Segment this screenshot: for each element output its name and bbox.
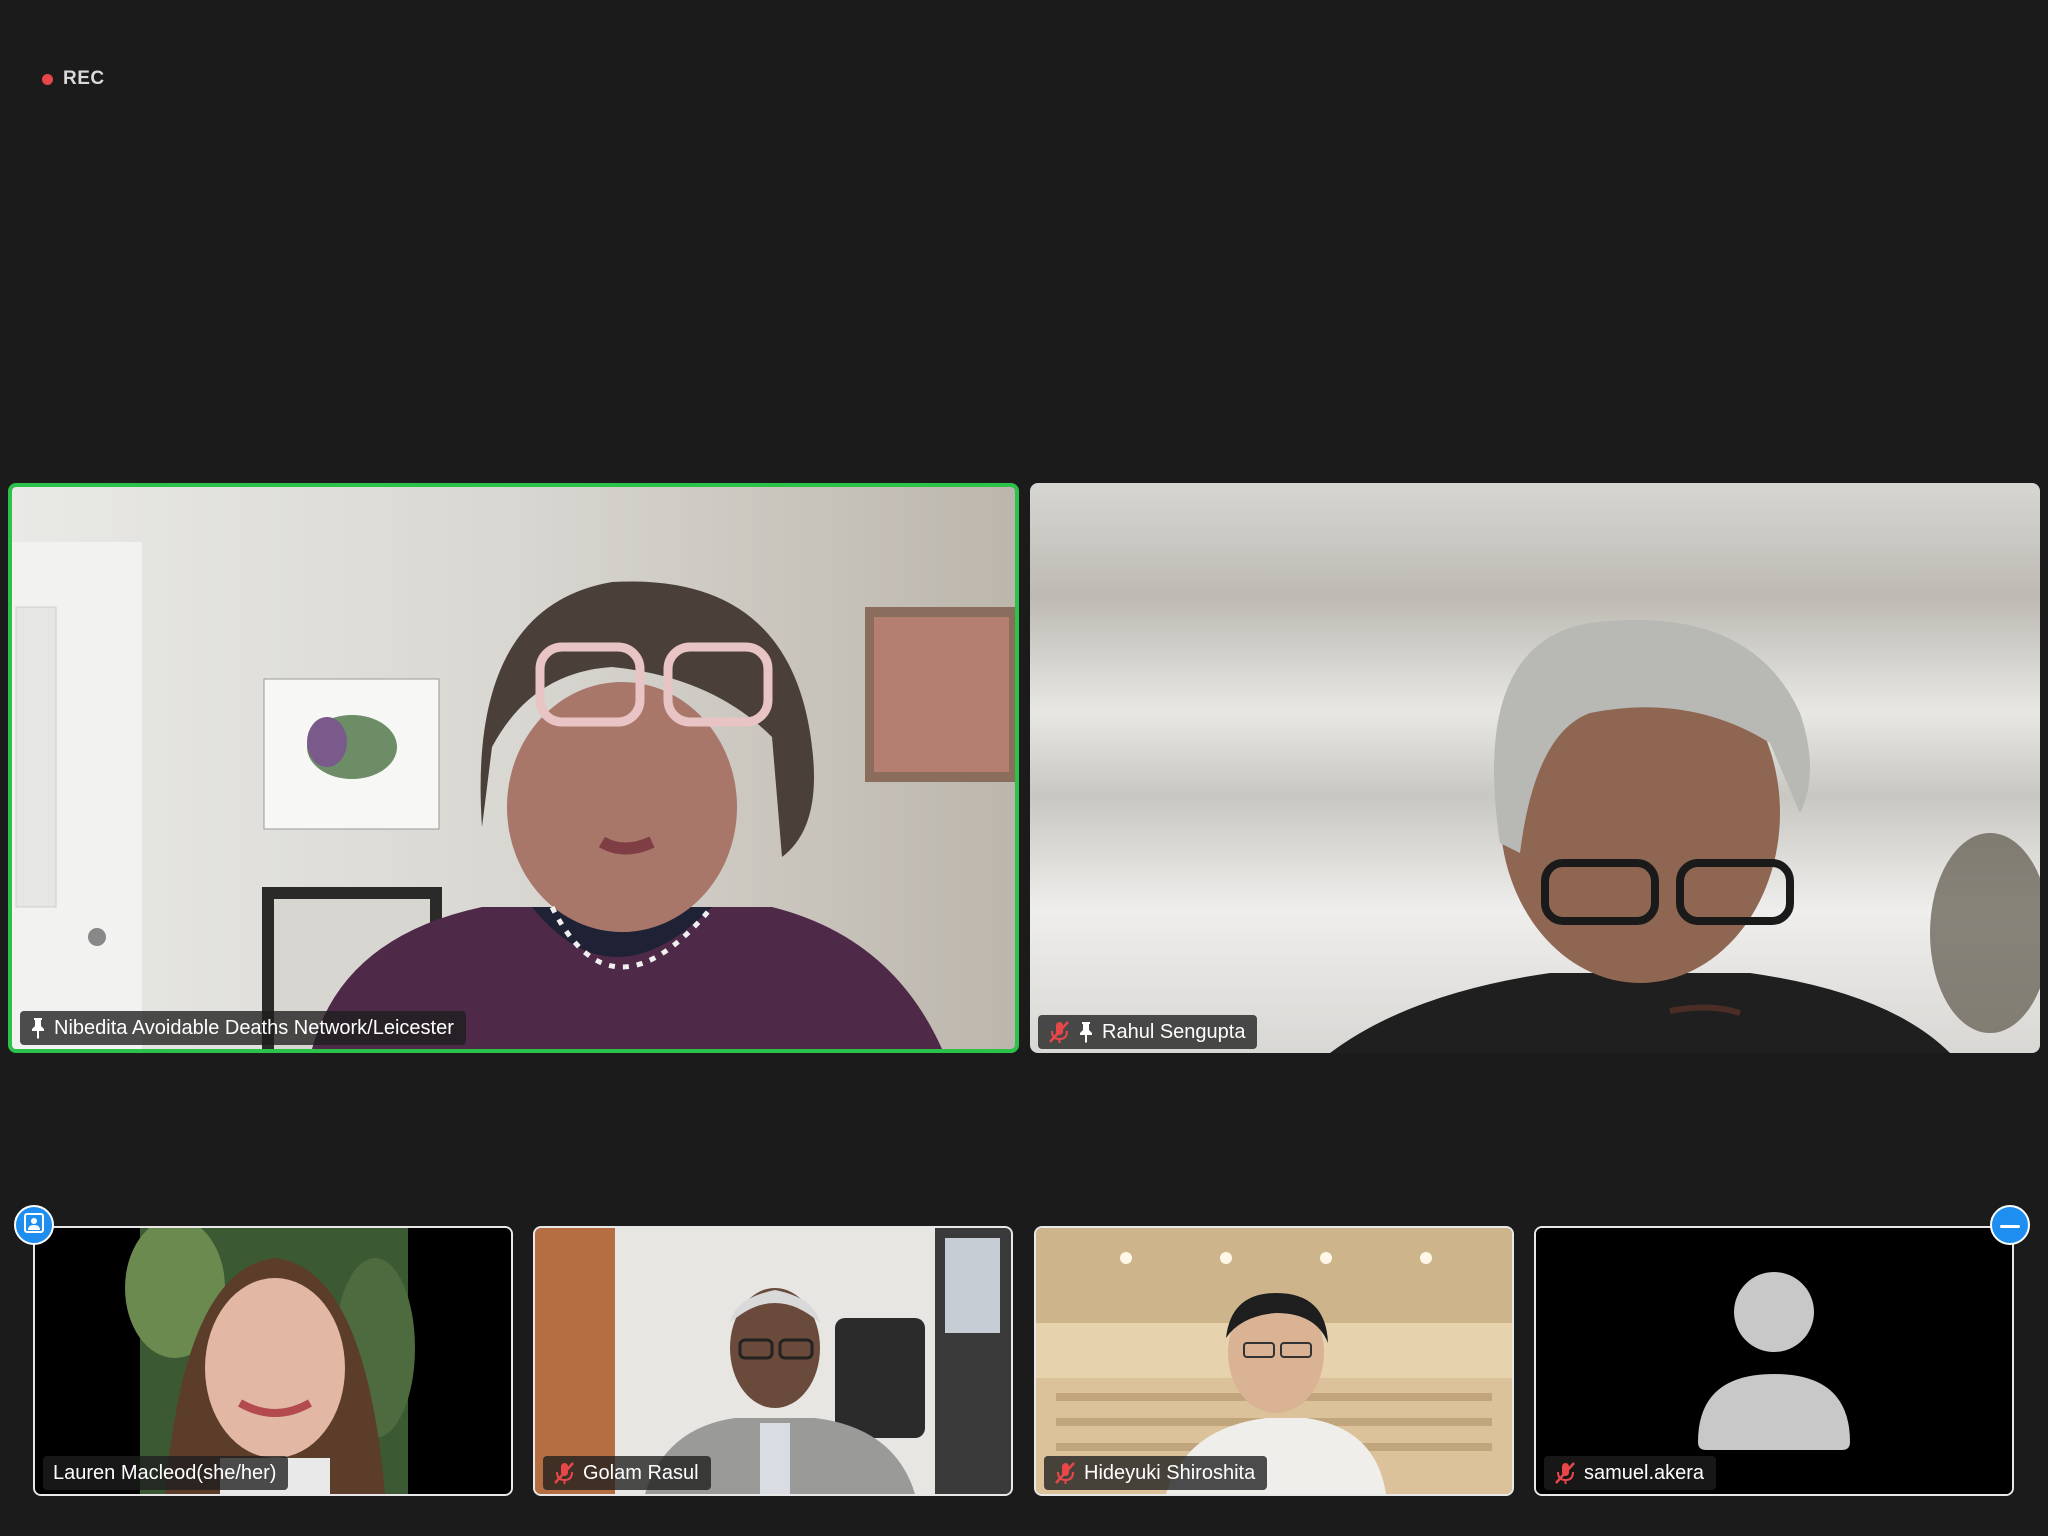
participant-video (12, 487, 1015, 1049)
recording-indicator: REC (42, 68, 105, 90)
mic-muted-icon (1054, 1461, 1076, 1485)
person-frame-icon (23, 1212, 45, 1239)
mic-muted-icon (1554, 1461, 1576, 1485)
recording-label: REC (63, 68, 105, 89)
participant-nameplate: samuel.akera (1544, 1456, 1717, 1490)
participant-name: Rahul Sengupta (1102, 1020, 1246, 1043)
video-tile-active-speaker[interactable]: Nibedita Avoidable Deaths Network/Leices… (8, 483, 1019, 1053)
participant-name: Lauren Macleod(she/her) (53, 1461, 277, 1484)
participant-video (1036, 1228, 1512, 1494)
participant-name: Nibedita Avoidable Deaths Network/Leices… (54, 1016, 454, 1039)
mic-muted-icon (1048, 1020, 1070, 1044)
person-frame-button[interactable] (14, 1205, 54, 1245)
record-dot-icon (42, 73, 53, 85)
mic-muted-icon (553, 1461, 575, 1485)
participant-video (35, 1228, 511, 1494)
minimize-button[interactable] (1990, 1205, 2030, 1245)
participant-nameplate: Hideyuki Shiroshita (1044, 1456, 1268, 1490)
avatar-placeholder-icon (1536, 1228, 2012, 1494)
participant-nameplate: Nibedita Avoidable Deaths Network/Leices… (20, 1011, 466, 1045)
pin-icon (1078, 1021, 1094, 1043)
participant-name: Hideyuki Shiroshita (1084, 1461, 1256, 1484)
video-tile-golam[interactable]: Golam Rasul (533, 1226, 1013, 1496)
participant-name: samuel.akera (1584, 1461, 1705, 1484)
pin-icon (30, 1017, 46, 1039)
participant-nameplate: Golam Rasul (543, 1456, 711, 1490)
participant-name: Golam Rasul (583, 1461, 699, 1484)
participant-nameplate: Lauren Macleod(she/her) (43, 1456, 289, 1490)
video-tile-hideyuki[interactable]: Hideyuki Shiroshita (1034, 1226, 1514, 1496)
minimize-icon (2000, 1216, 2020, 1234)
participant-nameplate: Rahul Sengupta (1038, 1015, 1258, 1049)
video-tile-samuel[interactable]: samuel.akera (1534, 1226, 2014, 1496)
video-tile-lauren[interactable]: Lauren Macleod(she/her) (33, 1226, 513, 1496)
participant-video (535, 1228, 1011, 1494)
video-tile-rahul[interactable]: Rahul Sengupta (1030, 483, 2040, 1053)
participant-video (1030, 483, 2040, 1053)
